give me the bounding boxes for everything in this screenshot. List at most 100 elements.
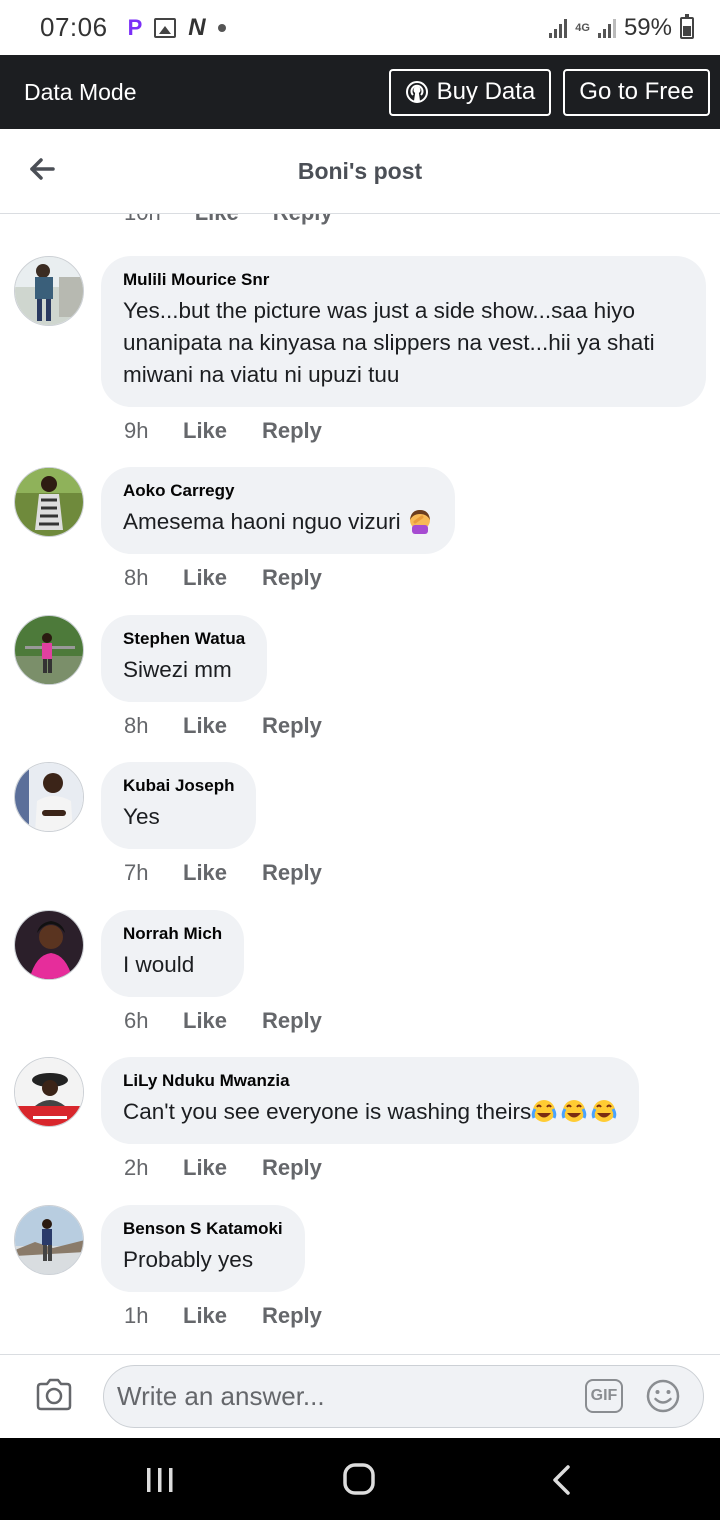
smile-icon: [646, 1379, 680, 1413]
comment-author[interactable]: LiLy Nduku Mwanzia: [123, 1071, 617, 1091]
reply-button[interactable]: Reply: [262, 1155, 322, 1181]
n-app-icon: N: [188, 13, 206, 41]
comment-time: 6h: [124, 1008, 149, 1033]
comment-actions: 2h Like Reply: [124, 1155, 322, 1181]
like-button[interactable]: Like: [183, 565, 262, 591]
avatar[interactable]: [14, 615, 84, 685]
buy-data-button[interactable]: Buy Data: [388, 68, 552, 116]
gallery-icon: [154, 17, 177, 38]
avatar[interactable]: [14, 762, 84, 832]
comment-bubble[interactable]: Mulili Mourice Snr Yes...but the picture…: [101, 256, 706, 407]
reply-button[interactable]: Reply: [273, 214, 333, 226]
p-app-icon: P: [127, 14, 143, 40]
comment-author[interactable]: Aoko Carregy: [123, 481, 433, 501]
comment-author[interactable]: Norrah Mich: [123, 924, 222, 944]
like-button[interactable]: Like: [183, 1303, 262, 1329]
comment-text: I would: [123, 952, 195, 977]
status-right: 4G 59%: [549, 13, 694, 42]
home-icon[interactable]: [342, 1462, 376, 1496]
system-nav-bar: [0, 1438, 720, 1520]
avatar[interactable]: [14, 910, 84, 980]
comment-time: 7h: [124, 860, 149, 885]
like-button[interactable]: Like: [183, 860, 262, 886]
page-title: Boni's post: [297, 157, 423, 184]
status-time: 07:06: [40, 12, 108, 42]
comment-bubble[interactable]: Aoko Carregy Amesema haoni nguo vizuri: [101, 467, 455, 554]
avatar[interactable]: [14, 256, 84, 326]
recent-apps-icon[interactable]: [145, 1466, 175, 1494]
comment-bubble[interactable]: LiLy Nduku Mwanzia Can't you see everyon…: [101, 1057, 640, 1144]
comment-bubble[interactable]: Benson S Katamoki Probably yes: [101, 1205, 305, 1292]
face-with-tears-of-joy-emoji: [531, 1100, 557, 1122]
like-button[interactable]: Like: [183, 1008, 262, 1034]
avatar[interactable]: [14, 467, 84, 537]
reply-button[interactable]: Reply: [262, 860, 322, 886]
like-button[interactable]: Like: [183, 713, 262, 739]
battery-percent: 59%: [623, 13, 672, 41]
back-nav-icon[interactable]: [550, 1464, 572, 1496]
comment-author[interactable]: Kubai Joseph: [123, 776, 234, 796]
comment-actions: 8h Like Reply: [124, 565, 322, 591]
notification-icons: P N: [128, 14, 226, 42]
comment-bubble[interactable]: Stephen Watua Siwezi mm: [101, 615, 268, 702]
comment-text: Can't you see everyone is washing theirs: [123, 1099, 532, 1124]
comment-text: Probably yes: [123, 1247, 254, 1272]
comment-actions: 9h Like Reply: [124, 418, 322, 444]
comment-time: 8h: [124, 713, 149, 738]
comment-bubble[interactable]: Kubai Joseph Yes: [101, 762, 257, 849]
comment-actions: 1h Like Reply: [124, 1303, 322, 1329]
comment-actions: 7h Like Reply: [124, 860, 322, 886]
comment-text: Siwezi mm: [123, 657, 232, 682]
podcast-icon: [405, 81, 428, 103]
arrow-left-icon: [30, 158, 55, 180]
comment-time: 8h: [124, 565, 149, 590]
comment-text: Amesema haoni nguo vizuri: [123, 509, 401, 534]
gif-button[interactable]: GIF: [585, 1379, 623, 1413]
comment-time: 1h: [124, 1303, 149, 1328]
like-button[interactable]: Like: [183, 1155, 262, 1181]
network-type: 4G: [575, 21, 590, 34]
status-bar: 07:06 P N 4G 59%: [0, 0, 720, 55]
data-buttons: Buy Data Go to Free: [388, 68, 710, 116]
avatar[interactable]: [14, 1057, 84, 1127]
comment-author[interactable]: Mulili Mourice Snr: [123, 270, 684, 290]
comment-time: 9h: [124, 418, 149, 443]
comment-input[interactable]: Write an answer... GIF: [103, 1365, 704, 1428]
face-with-tears-of-joy-emoji: [591, 1100, 617, 1122]
comment-time: 2h: [124, 1155, 149, 1180]
comment-text-row: Amesema haoni nguo vizuri: [123, 506, 433, 538]
comments-list: 10h Like Reply Mulili Mourice Snr Yes...…: [0, 214, 720, 1354]
comment-text: Yes...but the picture was just a side sh…: [123, 298, 655, 387]
comment-input-placeholder: Write an answer...: [117, 1381, 325, 1411]
reply-button[interactable]: Reply: [262, 1303, 322, 1329]
comment-actions: 8h Like Reply: [124, 713, 322, 739]
comment-author[interactable]: Stephen Watua: [123, 629, 245, 649]
back-button[interactable]: [26, 153, 58, 185]
data-mode-label: Data Mode: [24, 78, 137, 105]
reply-button[interactable]: Reply: [262, 418, 322, 444]
more-notifications-icon: [217, 23, 226, 32]
like-button[interactable]: Like: [195, 214, 239, 226]
avatar[interactable]: [14, 1205, 84, 1275]
comment-author[interactable]: Benson S Katamoki: [123, 1219, 283, 1239]
buy-data-label: Buy Data: [436, 78, 536, 105]
reply-button[interactable]: Reply: [262, 1008, 322, 1034]
reply-button[interactable]: Reply: [262, 565, 322, 591]
go-to-free-button[interactable]: Go to Free: [563, 68, 710, 116]
comment-actions: 6h Like Reply: [124, 1008, 322, 1034]
comment-time: 10h: [124, 214, 161, 226]
signal-icon-2: [597, 18, 616, 38]
woman-facepalming-emoji: [409, 510, 430, 534]
page-header: Boni's post: [0, 129, 720, 214]
camera-icon: [36, 1378, 72, 1411]
partial-comment-actions: 10h Like Reply: [124, 214, 333, 226]
camera-button[interactable]: [34, 1377, 74, 1413]
reply-button[interactable]: Reply: [262, 713, 322, 739]
data-mode-bar: Data Mode Buy Data Go to Free: [0, 55, 720, 129]
comment-text-row: Can't you see everyone is washing theirs: [123, 1096, 617, 1128]
comment-text: Yes: [123, 804, 160, 829]
battery-icon: [680, 13, 694, 39]
emoji-button[interactable]: [645, 1378, 681, 1414]
like-button[interactable]: Like: [183, 418, 262, 444]
comment-bubble[interactable]: Norrah Mich I would: [101, 910, 245, 997]
